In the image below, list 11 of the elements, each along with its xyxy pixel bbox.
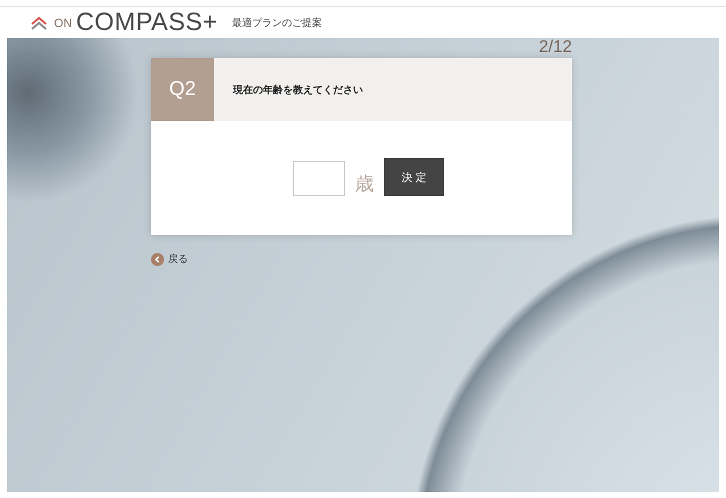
age-input-field[interactable]: [293, 160, 345, 196]
header-subtitle: 最適プランのご提案: [232, 16, 322, 30]
question-text: 現在の年齢を教えてください: [233, 84, 363, 96]
back-link[interactable]: 戻る: [168, 252, 188, 266]
progress-counter: 2/12: [538, 36, 572, 58]
logo-prefix: ON: [54, 16, 72, 30]
submit-button[interactable]: 決 定: [384, 158, 444, 196]
double-chevron-icon: [30, 14, 48, 30]
logo-wordmark: COMPASS+: [76, 8, 218, 37]
unit-label: 歳: [355, 172, 374, 197]
question-number: Q2: [151, 58, 214, 121]
